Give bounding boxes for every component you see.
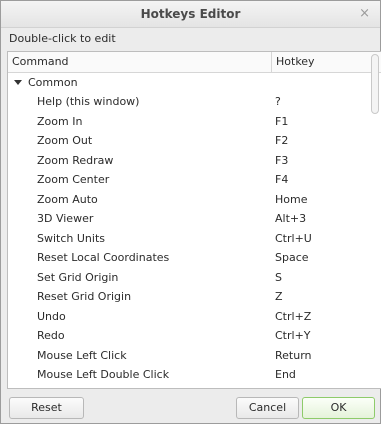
command-cell: Mouse Left Double Click [37, 368, 170, 382]
table-row[interactable]: Switch Units Ctrl+U [8, 229, 381, 249]
reset-button[interactable]: Reset [9, 397, 84, 419]
table-row[interactable]: Redo Ctrl+Y [8, 326, 381, 346]
close-icon[interactable]: × [359, 6, 370, 21]
hotkey-cell: F3 [275, 153, 289, 167]
table-row[interactable]: Zoom Auto Home [8, 190, 381, 210]
command-cell: Zoom In [37, 114, 83, 128]
hotkey-cell: F1 [275, 114, 289, 128]
command-cell: Reset Local Coordinates [37, 251, 170, 265]
command-cell: Switch Units [37, 231, 105, 245]
command-cell: Zoom Auto [37, 192, 98, 206]
column-header-command[interactable]: Command [8, 52, 272, 72]
command-cell: Reset Grid Origin [37, 290, 132, 304]
hotkeys-table: Command Hotkey Common Help (this window)… [7, 51, 381, 389]
table-row[interactable]: Reset Local Coordinates Space [8, 248, 381, 268]
table-row[interactable]: Set Grid Origin S [8, 268, 381, 288]
hotkey-cell: Space [275, 251, 309, 265]
hotkey-cell: ? [275, 95, 281, 109]
hotkey-cell: End [275, 368, 296, 382]
column-header-hotkey[interactable]: Hotkey [272, 52, 362, 72]
table-body: Common Help (this window)? Zoom In F1 Zoom … [8, 73, 381, 385]
group-row-common[interactable]: Common [8, 73, 381, 92]
ok-button[interactable]: OK [302, 397, 375, 419]
table-header: Command Hotkey [8, 52, 381, 73]
command-cell: Set Grid Origin [37, 270, 119, 284]
expand-triangle-icon[interactable] [14, 80, 22, 85]
table-row[interactable]: 3D Viewer Alt+3 [8, 209, 381, 229]
hotkey-cell: Ctrl+Y [275, 329, 311, 343]
command-cell: Undo [37, 309, 66, 323]
table-row[interactable]: Undo Ctrl+Z [8, 307, 381, 327]
instruction-text: Double-click to edit [9, 32, 116, 45]
hotkey-cell: Home [275, 192, 308, 206]
command-cell: Zoom Redraw [37, 153, 114, 167]
window-title: Hotkeys Editor [140, 7, 241, 21]
table-row[interactable]: Mouse Left Double Click End [8, 365, 381, 385]
cancel-button[interactable]: Cancel [236, 397, 299, 419]
hotkey-cell: Ctrl+U [275, 231, 312, 245]
vertical-scrollbar[interactable] [371, 54, 379, 384]
hotkey-cell: F2 [275, 134, 289, 148]
hotkey-cell: Return [275, 348, 312, 362]
table-row[interactable]: Zoom Redraw F3 [8, 151, 381, 171]
command-cell: Mouse Left Click [37, 348, 127, 362]
hotkey-cell: F4 [275, 173, 289, 187]
table-row[interactable]: Help (this window)? [8, 92, 381, 112]
hotkey-cell: Alt+3 [275, 212, 307, 226]
hotkey-cell: Ctrl+Z [275, 309, 312, 323]
command-cell: Zoom Out [37, 134, 93, 148]
table-row[interactable]: Reset Grid Origin Z [8, 287, 381, 307]
scrollbar-thumb[interactable] [371, 54, 379, 114]
table-row[interactable]: Mouse Left Click Return [8, 346, 381, 366]
table-row[interactable]: Zoom In F1 [8, 112, 381, 132]
table-row[interactable]: Zoom Center F4 [8, 170, 381, 190]
titlebar: Hotkeys Editor × [1, 1, 380, 28]
command-cell: Zoom Center [37, 173, 110, 187]
command-cell: Redo [37, 329, 65, 343]
hotkey-cell: Z [275, 290, 283, 304]
hotkeys-editor-dialog: Hotkeys Editor × Double-click to edit Co… [0, 0, 381, 424]
command-cell: Help (this window) [37, 95, 140, 109]
hotkey-cell: S [275, 270, 282, 284]
command-cell: 3D Viewer [37, 212, 94, 226]
table-row[interactable]: Zoom Out F2 [8, 131, 381, 151]
group-label: Common [28, 76, 78, 89]
